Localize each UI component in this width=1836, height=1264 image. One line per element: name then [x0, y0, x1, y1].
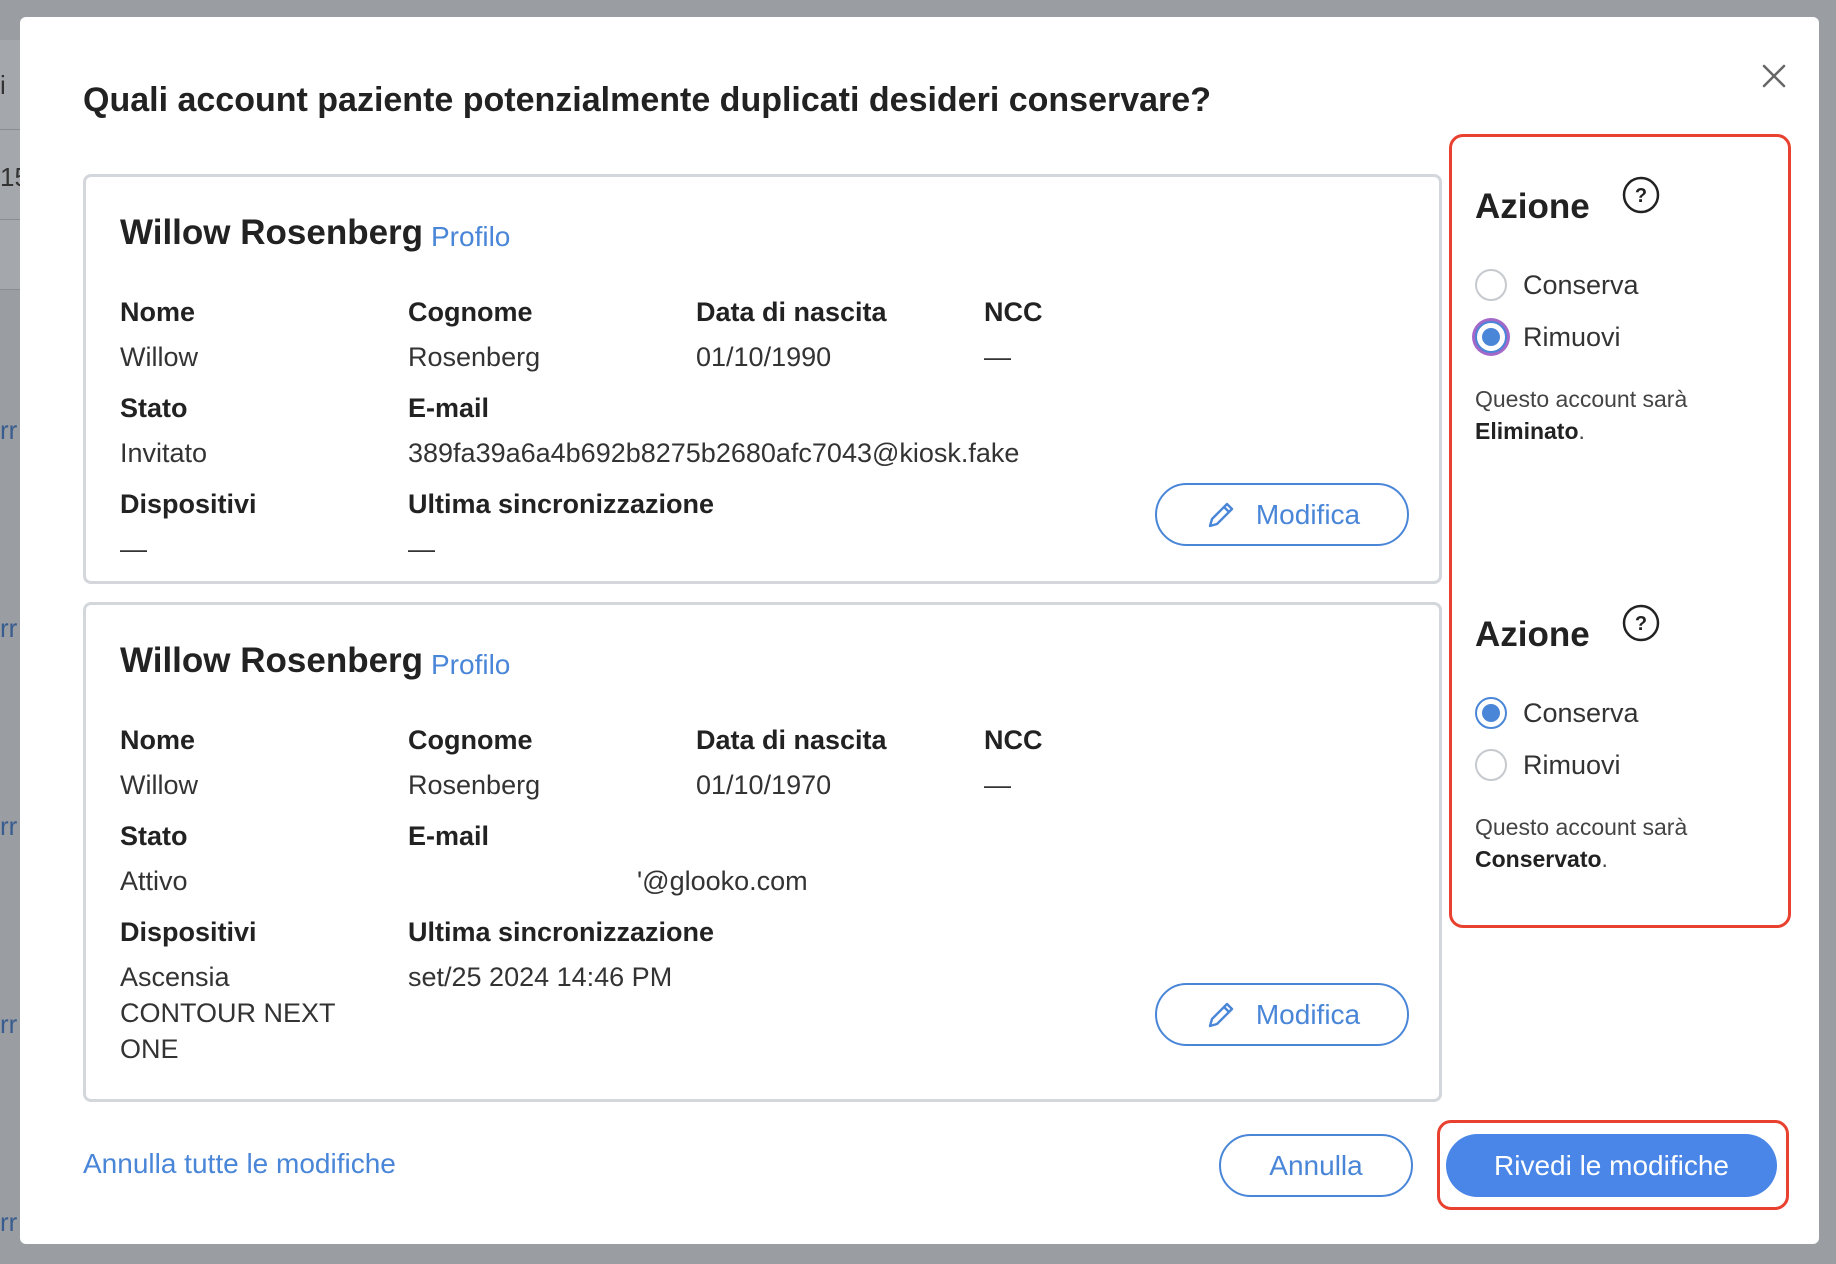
profile-link[interactable]: Profilo [431, 221, 510, 253]
ncc-label: NCC [984, 297, 1043, 327]
email-label: E-mail [408, 821, 490, 851]
background-text-fragment: i [0, 70, 6, 100]
birth-date-label: Data di nascita [696, 725, 887, 755]
radio-label: Rimuovi [1523, 749, 1621, 780]
help-icon[interactable]: ? [1621, 175, 1661, 215]
status-label: Stato [120, 821, 188, 851]
close-icon [1762, 64, 1786, 88]
account-name: Willow Rosenberg [120, 641, 424, 680]
radio-button[interactable] [1475, 749, 1507, 781]
email-label: E-mail [408, 393, 490, 423]
background-link-fragment: rr [0, 1009, 18, 1039]
action-note-prefix: Questo account sarà [1475, 386, 1688, 412]
svg-text:?: ? [1635, 185, 1647, 207]
edit-button[interactable]: Modifica [1155, 983, 1409, 1046]
devices-value-line-3: ONE [120, 1034, 179, 1064]
pencil-icon [1208, 502, 1234, 527]
edit-button[interactable]: Modifica [1155, 483, 1409, 546]
action-note-suffix: . [1578, 418, 1585, 444]
radio-label: Rimuovi [1523, 321, 1621, 352]
birth-date-value: 01/10/1970 [696, 770, 832, 800]
background-text-fragment: 15 [0, 162, 20, 192]
duplicate-accounts-modal: Quali account paziente potenzialmente du… [20, 17, 1819, 1244]
email-value: 389fa39a6a4b692b8275b2680afc7043@kiosk.f… [408, 438, 1020, 468]
radio-button-selected[interactable] [1475, 321, 1507, 353]
action-note-prefix: Questo account sarà [1475, 814, 1688, 840]
ncc-value: — [984, 770, 1011, 800]
background-link-fragment: rr [0, 811, 18, 841]
last-name-value: Rosenberg [408, 770, 541, 800]
status-value: Attivo [120, 866, 188, 896]
undo-all-changes-link[interactable]: Annulla tutte le modifiche [83, 1148, 396, 1180]
status-label: Stato [120, 393, 188, 423]
radio-button-selected[interactable] [1475, 697, 1507, 729]
cancel-button[interactable]: Annulla [1219, 1134, 1413, 1197]
radio-rimuovi[interactable]: Rimuovi [1475, 749, 1621, 781]
first-name-value: Willow [120, 342, 198, 372]
edit-button-label: Modifica [1255, 998, 1361, 1030]
action-note: Questo account sarà Conservato. [1475, 811, 1687, 875]
account-card-2: Willow Rosenberg Profilo Nome Cognome Da… [83, 602, 1442, 1102]
action-title: Azione [1475, 187, 1590, 226]
birth-date-value: 01/10/1990 [696, 342, 832, 372]
status-value: Invitato [120, 438, 208, 468]
action-note: Questo account sarà Eliminato. [1475, 383, 1687, 447]
last-name-label: Cognome [408, 725, 533, 755]
last-sync-label: Ultima sincronizzazione [408, 489, 715, 519]
account-name: Willow Rosenberg [120, 213, 424, 252]
review-changes-button[interactable]: Rivedi le modifiche [1446, 1134, 1777, 1197]
profile-link[interactable]: Profilo [431, 649, 510, 681]
radio-button[interactable] [1475, 269, 1507, 301]
ncc-label: NCC [984, 725, 1043, 755]
radio-conserva[interactable]: Conserva [1475, 269, 1639, 301]
last-sync-label: Ultima sincronizzazione [408, 917, 715, 947]
radio-rimuovi[interactable]: Rimuovi [1475, 321, 1621, 353]
first-name-value: Willow [120, 770, 198, 800]
modal-title: Quali account paziente potenzialmente du… [83, 81, 1211, 119]
devices-value-line-2: CONTOUR NEXT [120, 998, 336, 1028]
radio-label: Conserva [1523, 697, 1639, 728]
radio-label: Conserva [1523, 269, 1639, 300]
radio-conserva[interactable]: Conserva [1475, 697, 1639, 729]
action-note-result: Eliminato [1475, 418, 1579, 444]
last-sync-value: set/25 2024 14:46 PM [408, 962, 673, 992]
action-note-suffix: . [1601, 846, 1608, 872]
background-row [0, 220, 20, 290]
birth-date-label: Data di nascita [696, 297, 887, 327]
svg-text:?: ? [1635, 613, 1647, 635]
action-note-result: Conservato [1475, 846, 1602, 872]
close-button[interactable] [1753, 55, 1795, 97]
background-link-fragment: rr [0, 1207, 18, 1237]
pencil-icon [1208, 1002, 1234, 1027]
help-icon[interactable]: ? [1621, 603, 1661, 643]
background-link-fragment: rr [0, 415, 18, 445]
edit-button-label: Modifica [1255, 498, 1361, 530]
last-sync-value: — [408, 534, 435, 564]
background-link-fragment: rr [0, 613, 18, 643]
first-name-label: Nome [120, 725, 196, 755]
first-name-label: Nome [120, 297, 196, 327]
devices-label: Dispositivi [120, 489, 257, 519]
action-panel-highlight [1449, 134, 1791, 928]
account-card-1: Willow Rosenberg Profilo Nome Cognome Da… [83, 174, 1442, 584]
ncc-value: — [984, 342, 1011, 372]
devices-label: Dispositivi [120, 917, 257, 947]
email-value: '@glooko.com [637, 866, 808, 896]
devices-value-line-1: Ascensia [120, 962, 230, 992]
last-name-value: Rosenberg [408, 342, 541, 372]
last-name-label: Cognome [408, 297, 533, 327]
devices-value: — [120, 534, 147, 564]
action-title: Azione [1475, 615, 1590, 654]
